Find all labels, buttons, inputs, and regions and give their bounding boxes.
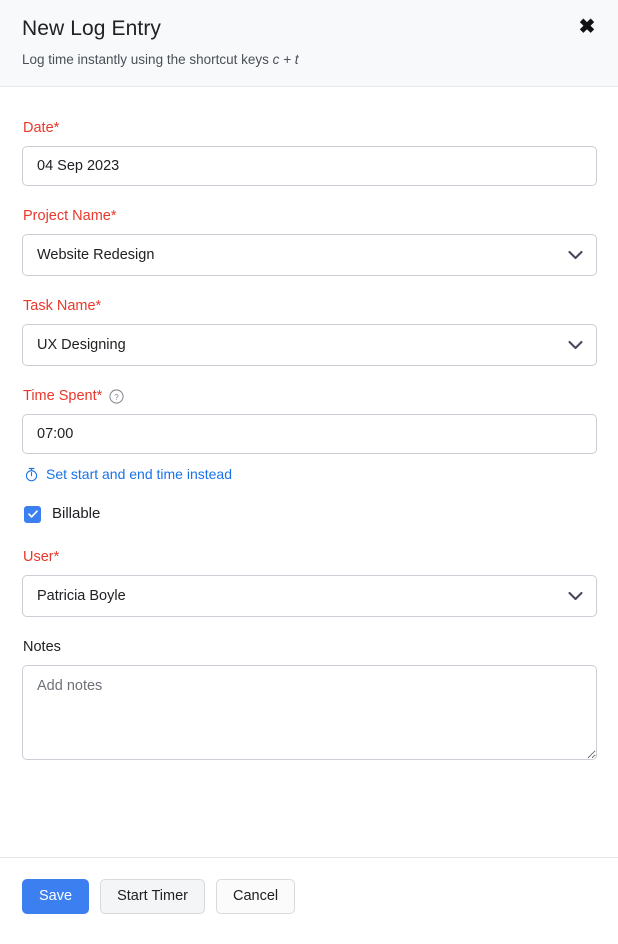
dialog-footer: Save Start Timer Cancel — [0, 857, 618, 944]
time-spent-input[interactable]: 07:00 — [22, 414, 597, 454]
field-task-name: Task Name* UX Designing — [22, 297, 597, 366]
task-name-label: Task Name* — [23, 298, 102, 314]
task-name-value: UX Designing — [37, 337, 126, 353]
field-user: User* Patricia Boyle — [22, 548, 597, 617]
subtitle-text: Log time instantly using the shortcut ke… — [22, 52, 273, 67]
chevron-down-icon — [568, 340, 583, 350]
chevron-down-icon — [568, 250, 583, 260]
page-title: New Log Entry — [22, 17, 162, 40]
shortcut-keys: c + t — [272, 52, 299, 67]
project-name-value: Website Redesign — [37, 247, 155, 263]
checkmark-icon — [27, 510, 38, 518]
project-name-label: Project Name* — [23, 208, 117, 224]
project-name-select[interactable]: Website Redesign — [22, 234, 597, 276]
field-project-name: Project Name* Website Redesign — [22, 207, 597, 276]
dialog-body: Date* 04 Sep 2023 Project Name* Website … — [0, 87, 618, 857]
field-notes: Notes — [22, 638, 597, 760]
billable-checkbox[interactable] — [24, 505, 41, 523]
user-label: User* — [23, 549, 60, 565]
user-select[interactable]: Patricia Boyle — [22, 575, 597, 617]
new-log-entry-dialog: New Log Entry Log time instantly using t… — [0, 0, 618, 944]
task-name-select[interactable]: UX Designing — [22, 324, 597, 366]
billable-row: Billable — [24, 505, 596, 523]
date-label: Date* — [23, 120, 60, 136]
field-time-spent: Time Spent* ? 07:00 Set start and end ti… — [22, 387, 597, 483]
user-value: Patricia Boyle — [37, 588, 126, 604]
stopwatch-icon — [24, 467, 39, 482]
close-icon[interactable]: ✖ — [574, 14, 600, 40]
set-start-end-time-link[interactable]: Set start and end time instead — [46, 465, 232, 483]
time-spent-label: Time Spent* — [23, 388, 103, 404]
dialog-subtitle: Log time instantly using the shortcut ke… — [22, 51, 596, 68]
set-start-end-time-link-row[interactable]: Set start and end time instead — [24, 465, 596, 483]
notes-label: Notes — [23, 639, 61, 655]
field-date: Date* 04 Sep 2023 — [22, 119, 597, 186]
time-spent-value: 07:00 — [37, 426, 74, 442]
dialog-header: New Log Entry Log time instantly using t… — [0, 0, 618, 87]
billable-label[interactable]: Billable — [52, 505, 100, 523]
notes-input[interactable] — [22, 665, 597, 760]
save-button[interactable]: Save — [22, 879, 90, 914]
svg-text:?: ? — [114, 391, 119, 401]
date-input[interactable]: 04 Sep 2023 — [22, 146, 597, 186]
date-value: 04 Sep 2023 — [37, 158, 120, 174]
chevron-down-icon — [568, 591, 583, 601]
cancel-button[interactable]: Cancel — [215, 879, 296, 914]
help-circle-icon[interactable]: ? — [109, 388, 124, 404]
start-timer-button[interactable]: Start Timer — [100, 879, 205, 914]
time-spent-label-row: Time Spent* ? — [23, 387, 596, 405]
